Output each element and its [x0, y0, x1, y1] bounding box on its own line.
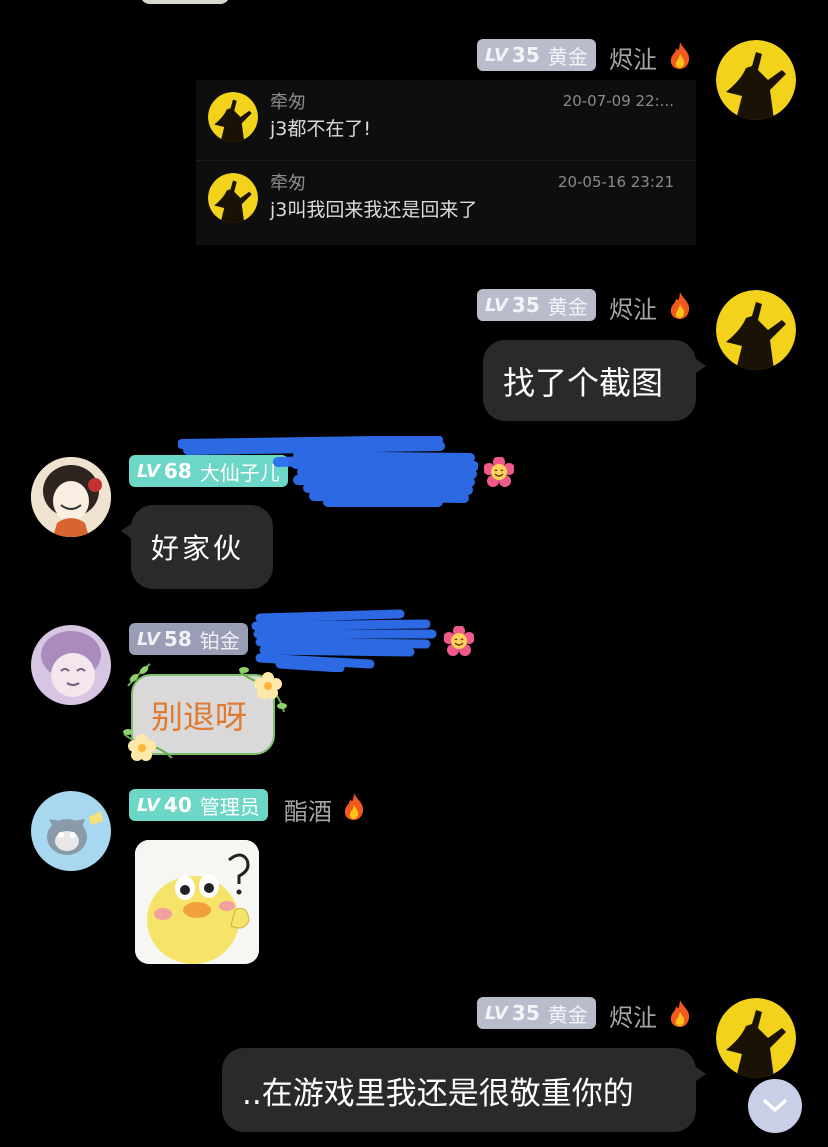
- partial-image-top: [140, 0, 230, 4]
- avatar: [208, 173, 258, 223]
- flower-emoji-icon: [444, 626, 474, 656]
- avatar[interactable]: [31, 625, 111, 705]
- avatar: [208, 92, 258, 142]
- message-text: 好家伙: [151, 532, 245, 565]
- level-badge: LV 35 黄金: [477, 289, 596, 321]
- avatar[interactable]: [716, 290, 796, 370]
- quoted-text: j3叫我回来我还是回来了: [270, 199, 478, 221]
- yellow-duck-sticker[interactable]: [135, 840, 259, 964]
- level-badge: LV 35 黄金: [477, 997, 596, 1029]
- quote-block: 牵匆 20-07-09 22:... j3都不在了! 牵匆 20-05-16 2…: [196, 80, 696, 245]
- quoted-time: 20-07-09 22:...: [562, 92, 674, 110]
- message-text: ..在游戏里我还是很敬重你的: [242, 1075, 634, 1112]
- flower-decoration-icon: [123, 729, 173, 761]
- fire-icon: [670, 42, 690, 69]
- chevron-down-icon: [763, 1099, 787, 1112]
- fire-icon: [344, 793, 364, 820]
- level-badge: LV 40 管理员: [129, 789, 268, 821]
- avatar[interactable]: [31, 457, 111, 537]
- quoted-text: j3都不在了!: [270, 118, 371, 140]
- quoted-message[interactable]: 牵匆 20-05-16 23:21 j3叫我回来我还是回来了: [196, 160, 696, 241]
- message-bubble[interactable]: 好家伙: [121, 505, 273, 589]
- sender-name: 烬沚: [609, 1004, 657, 1032]
- sender-name: 酯酒: [284, 798, 332, 826]
- avatar[interactable]: [716, 40, 796, 120]
- quoted-message[interactable]: 牵匆 20-07-09 22:... j3都不在了!: [196, 80, 696, 160]
- scroll-down-button[interactable]: [748, 1079, 802, 1133]
- avatar[interactable]: [716, 998, 796, 1078]
- quoted-time: 20-05-16 23:21: [557, 173, 674, 191]
- flower-emoji-icon: [484, 457, 514, 487]
- fire-icon: [670, 292, 690, 319]
- sender-name: 烬沚: [609, 46, 657, 74]
- message-bubble[interactable]: ..在游戏里我还是很敬重你的: [222, 1048, 706, 1132]
- message-bubble[interactable]: 找了个截图: [483, 340, 706, 421]
- flower-decoration-icon: [239, 667, 287, 713]
- quoted-sender: 牵匆: [270, 173, 306, 194]
- message-text: 找了个截图: [503, 363, 664, 402]
- fire-icon: [670, 1000, 690, 1027]
- avatar[interactable]: [31, 791, 111, 871]
- level-badge: LV 58 铂金: [129, 623, 248, 655]
- redaction-scribble: [178, 436, 478, 507]
- sender-name: 烬沚: [609, 296, 657, 324]
- level-badge: LV 35 黄金: [477, 39, 596, 71]
- leaf-decoration-icon: [127, 663, 151, 687]
- quoted-sender: 牵匆: [270, 92, 306, 113]
